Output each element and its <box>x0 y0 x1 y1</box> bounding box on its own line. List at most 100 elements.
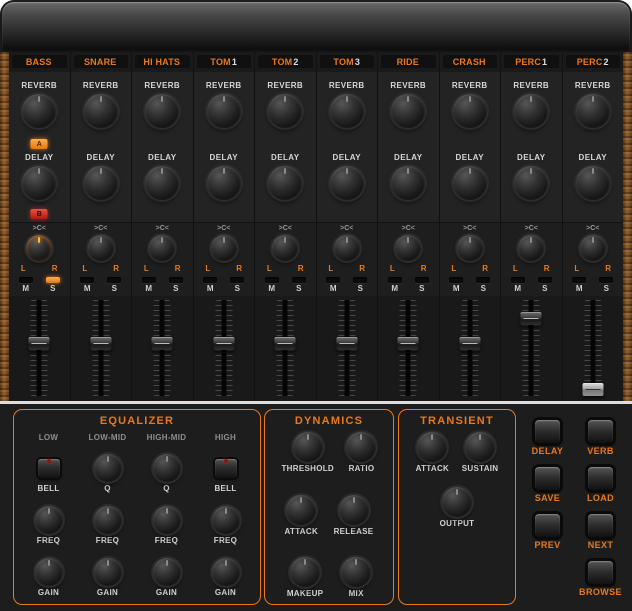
pan-knob[interactable] <box>88 235 114 261</box>
pan-knob[interactable] <box>457 235 483 261</box>
pan-knob[interactable] <box>334 235 360 261</box>
delay-knob[interactable] <box>22 166 56 200</box>
reverb-knob[interactable] <box>22 94 56 128</box>
fader-cap[interactable] <box>582 383 603 396</box>
fader-cap[interactable] <box>521 312 542 325</box>
fader-cap[interactable] <box>336 337 357 350</box>
transient-knob[interactable] <box>465 432 495 462</box>
reverb-knob[interactable] <box>268 94 302 128</box>
fader-cap[interactable] <box>29 337 50 350</box>
delay-knob[interactable] <box>84 166 118 200</box>
delay-knob[interactable] <box>576 166 610 200</box>
eq-knob[interactable] <box>212 506 240 534</box>
mute-button[interactable] <box>203 277 217 283</box>
fader-cap[interactable] <box>213 337 234 350</box>
pan-knob[interactable] <box>211 235 237 261</box>
delay-knob[interactable] <box>330 166 364 200</box>
solo-button[interactable] <box>538 277 552 283</box>
volume-fader[interactable] <box>154 300 171 396</box>
eq-knob[interactable] <box>94 558 122 586</box>
mute-button[interactable] <box>449 277 463 283</box>
fader-cap[interactable] <box>275 337 296 350</box>
pan-knob[interactable] <box>580 235 606 261</box>
delay-knob[interactable] <box>207 166 241 200</box>
reverb-knob[interactable] <box>453 94 487 128</box>
delay-knob[interactable] <box>514 166 548 200</box>
delay-knob[interactable] <box>391 166 425 200</box>
mute-button[interactable] <box>511 277 525 283</box>
transient-knob[interactable] <box>417 432 447 462</box>
pan-knob[interactable] <box>272 235 298 261</box>
dynamics-knob[interactable] <box>339 495 369 525</box>
badge-b[interactable]: B <box>31 209 48 219</box>
solo-button[interactable] <box>292 277 306 283</box>
transient-knob[interactable] <box>442 487 472 517</box>
delay-knob[interactable] <box>145 166 179 200</box>
fader-cap[interactable] <box>398 337 419 350</box>
eq-knob[interactable] <box>153 558 181 586</box>
delay-button[interactable] <box>535 420 560 443</box>
volume-fader[interactable] <box>31 300 48 396</box>
eq-knob[interactable] <box>94 506 122 534</box>
volume-fader[interactable] <box>92 300 109 396</box>
mute-button[interactable] <box>142 277 156 283</box>
load-button[interactable] <box>588 467 613 490</box>
reverb-knob[interactable] <box>391 94 425 128</box>
solo-button[interactable] <box>599 277 613 283</box>
solo-button[interactable] <box>46 277 60 283</box>
reverb-knob[interactable] <box>514 94 548 128</box>
pan-knob[interactable] <box>149 235 175 261</box>
eq-control <box>214 452 236 484</box>
eq-knob[interactable] <box>94 454 122 482</box>
dynamics-knob[interactable] <box>293 432 323 462</box>
save-button[interactable] <box>535 467 560 490</box>
dynamics-knob[interactable] <box>346 432 376 462</box>
reverb-knob[interactable] <box>330 94 364 128</box>
volume-fader[interactable] <box>277 300 294 396</box>
pan-knob[interactable] <box>395 235 421 261</box>
mute-button[interactable] <box>19 277 33 283</box>
solo-button[interactable] <box>353 277 367 283</box>
volume-fader[interactable] <box>215 300 232 396</box>
verb-button[interactable] <box>588 420 613 443</box>
solo-button[interactable] <box>169 277 183 283</box>
eq-knob[interactable] <box>153 506 181 534</box>
solo-button[interactable] <box>230 277 244 283</box>
fader-cap[interactable] <box>90 337 111 350</box>
volume-fader[interactable] <box>523 300 540 396</box>
mute-button[interactable] <box>326 277 340 283</box>
mute-button[interactable] <box>572 277 586 283</box>
delay-knob[interactable] <box>268 166 302 200</box>
volume-fader[interactable] <box>338 300 355 396</box>
volume-fader[interactable] <box>400 300 417 396</box>
fader-cap[interactable] <box>152 337 173 350</box>
fader-cap[interactable] <box>459 337 480 350</box>
pan-knob[interactable] <box>518 235 544 261</box>
next-button[interactable] <box>588 514 613 537</box>
eq-knob[interactable] <box>35 506 63 534</box>
dynamics-knob[interactable] <box>290 557 320 587</box>
delay-knob[interactable] <box>453 166 487 200</box>
reverb-knob[interactable] <box>207 94 241 128</box>
reverb-knob[interactable] <box>576 94 610 128</box>
eq-knob[interactable] <box>153 454 181 482</box>
volume-fader[interactable] <box>584 300 601 396</box>
mute-button[interactable] <box>265 277 279 283</box>
solo-button[interactable] <box>415 277 429 283</box>
dynamics-knob[interactable] <box>341 557 371 587</box>
solo-button[interactable] <box>107 277 121 283</box>
mute-button[interactable] <box>388 277 402 283</box>
dynamics-knob[interactable] <box>286 495 316 525</box>
reverb-knob[interactable] <box>145 94 179 128</box>
badge-a[interactable]: A <box>31 139 48 149</box>
mute-button[interactable] <box>80 277 94 283</box>
solo-button[interactable] <box>476 277 490 283</box>
browse-button[interactable] <box>588 561 613 584</box>
pan-knob[interactable] <box>26 235 52 261</box>
prev-button[interactable] <box>535 514 560 537</box>
volume-fader[interactable] <box>461 300 478 396</box>
eq-knob[interactable] <box>212 558 240 586</box>
reverb-label: REVERB <box>317 81 378 90</box>
eq-knob[interactable] <box>35 558 63 586</box>
reverb-knob[interactable] <box>84 94 118 128</box>
